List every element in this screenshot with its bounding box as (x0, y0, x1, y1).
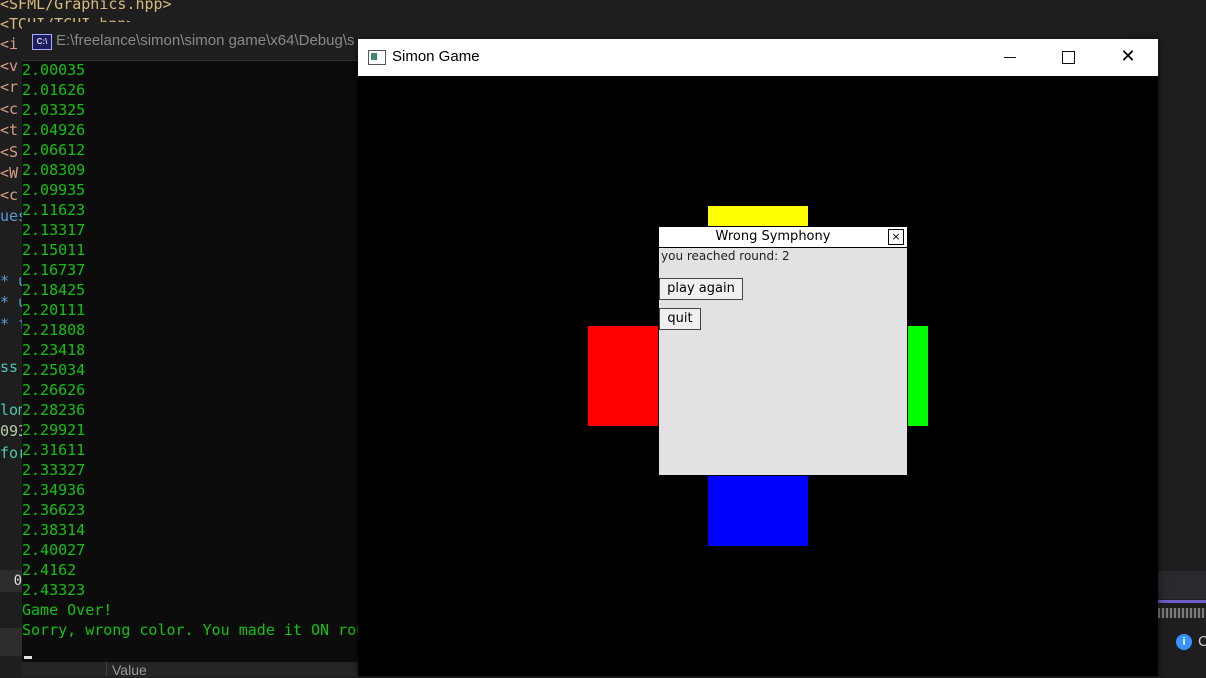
console-line: 2.04926 (22, 121, 86, 139)
console-line: 2.23418 (22, 341, 86, 359)
simon-titlebar[interactable]: Simon Game ✕ (358, 39, 1158, 76)
console-line: 2.08309 (22, 161, 86, 179)
console-app-icon: C:\ (32, 34, 52, 50)
play-again-button[interactable]: play again (659, 278, 743, 300)
console-cursor (24, 656, 32, 659)
simon-game-window[interactable]: Simon Game ✕ Wrong Symphony × you reache… (358, 39, 1158, 676)
code-fragment: <c (0, 99, 19, 118)
console-window-title: E:\freelance\simon\simon game\x64\Debug\… (56, 32, 355, 49)
code-fragment: <W (0, 164, 19, 182)
close-icon: ✕ (1120, 46, 1136, 67)
dialog-titlebar[interactable]: Wrong Symphony × (659, 227, 907, 248)
green-pad[interactable] (906, 326, 928, 426)
console-line: 2.03325 (22, 101, 86, 119)
console-output: 2.00035 2.01626 2.03325 2.04926 2.06612 2.083… (22, 60, 362, 640)
console-line: 2.13317 (22, 221, 86, 239)
game-canvas[interactable]: Wrong Symphony × you reached round: 2 pl… (358, 76, 1158, 676)
ide-status-number: 0 (0, 570, 22, 592)
ide-side-tab (0, 628, 22, 656)
console-line: 2.06612 (22, 141, 86, 159)
simon-window-title: Simon Game (392, 48, 480, 65)
console-line: 2.18425 (22, 281, 86, 299)
column-separator[interactable] (106, 660, 107, 676)
console-line: 2.31611 (22, 441, 86, 459)
console-line: 2.11623 (22, 201, 86, 219)
minimize-button[interactable] (981, 39, 1039, 76)
blue-pad[interactable] (708, 476, 808, 546)
ide-info-text: C (1198, 633, 1206, 650)
code-fragment: <t (0, 121, 19, 139)
console-line: 2.33327 (22, 461, 86, 479)
ide-panel-band (1158, 571, 1206, 599)
console-line: 2.25034 (22, 361, 86, 379)
console-line: Game Over! (22, 601, 113, 619)
console-line: 2.40027 (22, 541, 86, 559)
code-fragment: <r (0, 78, 19, 96)
console-line: 2.4162 (22, 561, 77, 579)
code-fragment: <S (0, 142, 19, 161)
code-fragment: <i (0, 35, 19, 53)
code-fragment: <SFML/Graphics.hpp> (0, 0, 172, 13)
console-line: 2.29921 (22, 421, 86, 439)
game-over-dialog[interactable]: Wrong Symphony × you reached round: 2 pl… (658, 226, 908, 476)
info-icon[interactable]: i (1176, 634, 1192, 650)
watch-panel-header (22, 660, 358, 677)
console-line: 2.01626 (22, 81, 86, 99)
ide-progress-accent (1158, 600, 1206, 603)
code-fragment: <c (0, 185, 19, 204)
quit-button[interactable]: quit (659, 308, 701, 330)
console-line: Sorry, wrong color. You made it ON rou (22, 621, 362, 639)
close-button[interactable]: ✕ (1099, 39, 1157, 76)
maximize-icon (1061, 50, 1075, 64)
red-pad[interactable] (588, 326, 660, 426)
console-line: 2.38314 (22, 521, 86, 539)
ide-right-panel (1158, 0, 1206, 676)
console-line: 2.09935 (22, 181, 86, 199)
console-line: 2.26626 (22, 381, 86, 399)
maximize-button[interactable] (1039, 39, 1097, 76)
console-line: 2.21808 (22, 321, 86, 339)
code-fragment: <v (0, 56, 19, 75)
console-line: 2.16737 (22, 261, 86, 279)
dialog-title: Wrong Symphony (715, 229, 831, 244)
dialog-close-button[interactable]: × (888, 229, 904, 245)
code-fragment: ss (0, 357, 19, 376)
console-line: 2.20111 (22, 301, 86, 319)
console-line: 2.00035 (22, 61, 86, 79)
console-line: 2.15011 (22, 241, 86, 259)
console-line: 2.34936 (22, 481, 86, 499)
console-line: 2.28236 (22, 401, 86, 419)
console-line: 2.36623 (22, 501, 86, 519)
console-line: 2.43323 (22, 581, 86, 599)
round-reached-label: you reached round: 2 (661, 249, 790, 263)
minimize-icon (1004, 56, 1016, 58)
app-window-icon (368, 50, 386, 65)
yellow-pad[interactable] (708, 206, 808, 228)
ide-progress-dots (1158, 608, 1206, 618)
